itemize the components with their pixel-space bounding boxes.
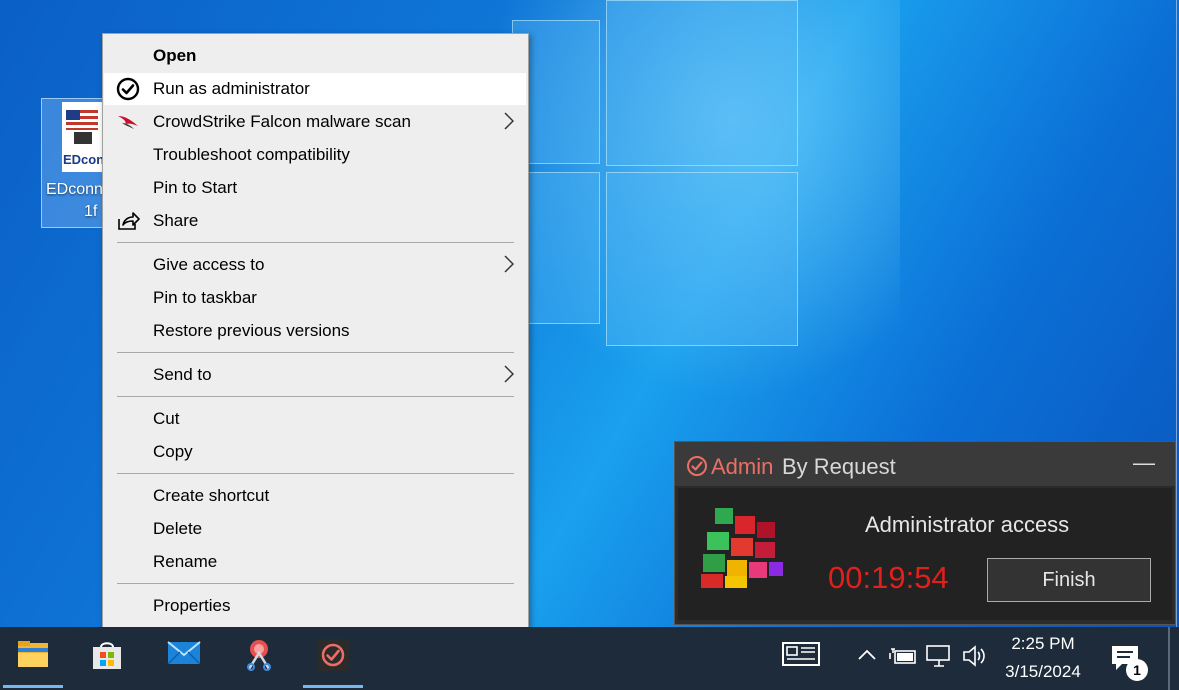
menu-item-label: Run as administrator xyxy=(153,79,310,98)
menu-separator xyxy=(117,352,514,353)
taskbar-mail[interactable] xyxy=(153,627,213,685)
finish-button[interactable]: Finish xyxy=(987,558,1151,602)
taskbar-file-explorer[interactable] xyxy=(3,627,63,688)
file-explorer-icon xyxy=(18,641,48,667)
share-icon xyxy=(118,212,140,230)
snipping-tool-icon xyxy=(247,640,271,671)
menu-separator xyxy=(117,583,514,584)
menu-item-crowdstrike-scan[interactable]: CrowdStrike Falcon malware scan xyxy=(104,106,526,138)
menu-item-restore-previous-versions[interactable]: Restore previous versions xyxy=(104,315,526,347)
menu-item-pin-to-start[interactable]: Pin to Start xyxy=(104,172,526,204)
minimize-button[interactable]: — xyxy=(1133,450,1155,478)
wallpaper-window-pane xyxy=(606,172,798,346)
menu-item-send-to[interactable]: Send to xyxy=(104,359,526,391)
menu-separator xyxy=(117,473,514,474)
menu-separator xyxy=(117,396,514,397)
menu-item-label: Rename xyxy=(153,552,218,571)
microsoft-store-icon xyxy=(93,642,121,669)
menu-item-create-shortcut[interactable]: Create shortcut xyxy=(104,480,526,512)
submenu-arrow-icon xyxy=(504,365,514,383)
admin-by-request-panel: Admin By Request — Administrator access … xyxy=(674,441,1176,625)
admin-by-request-icon xyxy=(317,639,349,671)
notification-center-button[interactable]: 1 xyxy=(1106,639,1148,681)
menu-item-label: Troubleshoot compatibility xyxy=(153,145,350,164)
menu-item-label: Delete xyxy=(153,519,203,538)
system-clock[interactable]: 2:25 PM 3/15/2024 xyxy=(995,630,1091,686)
countdown-timer: 00:19:54 xyxy=(828,560,949,595)
wallpaper-window-pane xyxy=(606,0,798,166)
menu-item-label: Open xyxy=(153,46,197,65)
taskbar-microsoft-store[interactable] xyxy=(77,627,137,685)
menu-item-label: Share xyxy=(153,211,199,230)
network-icon[interactable] xyxy=(926,644,952,668)
menu-item-label: Cut xyxy=(153,409,180,428)
menu-item-open[interactable]: Open xyxy=(104,40,526,72)
graduation-cap-graphic xyxy=(74,132,92,144)
mail-icon xyxy=(167,641,201,665)
crowdstrike-falcon-icon xyxy=(118,116,138,129)
menu-item-run-as-administrator[interactable]: Run as administrator xyxy=(104,73,526,105)
active-app-indicator xyxy=(303,685,363,688)
access-title: Administrator access xyxy=(865,512,1070,537)
desktop-icon-label-line2: 1f xyxy=(84,203,98,220)
menu-item-label: CrowdStrike Falcon malware scan xyxy=(153,112,411,131)
desktop-file-icon-edconnect[interactable]: EDcon EDconn 1f xyxy=(41,98,107,228)
menu-item-troubleshoot-compatibility[interactable]: Troubleshoot compatibility xyxy=(104,139,526,171)
volume-icon[interactable] xyxy=(962,644,988,668)
menu-item-label: Restore previous versions xyxy=(153,321,350,340)
clock-time: 2:25 PM xyxy=(1011,634,1075,653)
menu-separator xyxy=(117,242,514,243)
menu-item-label: Pin to Start xyxy=(153,178,238,197)
menu-item-label: Properties xyxy=(153,596,231,615)
menu-item-label: Give access to xyxy=(153,255,265,274)
power-icon[interactable] xyxy=(889,645,917,667)
news-widget-icon[interactable] xyxy=(782,641,820,667)
admin-by-request-logo-icon xyxy=(687,456,707,476)
admin-by-request-header: Admin By Request — xyxy=(675,442,1175,486)
menu-item-pin-to-taskbar[interactable]: Pin to taskbar xyxy=(104,282,526,314)
show-hidden-icons-chevron[interactable] xyxy=(857,647,877,661)
menu-item-rename[interactable]: Rename xyxy=(104,546,526,578)
taskbar-admin-by-request[interactable] xyxy=(303,627,363,688)
menu-item-properties[interactable]: Properties xyxy=(104,590,526,622)
flag-canton-graphic xyxy=(66,110,80,120)
show-desktop-button[interactable] xyxy=(1168,627,1170,690)
edconnect-thumbnail-icon: EDcon xyxy=(62,102,105,172)
taskbar-snipping-tool[interactable] xyxy=(229,627,289,685)
desktop-icon-label: EDconn xyxy=(46,181,103,198)
submenu-arrow-icon xyxy=(504,255,514,273)
menu-item-copy[interactable]: Copy xyxy=(104,436,526,468)
registry-cubes-icon xyxy=(701,508,783,588)
submenu-arrow-icon xyxy=(504,112,514,130)
clock-date: 3/15/2024 xyxy=(1005,662,1081,681)
thumbnail-text: EDcon xyxy=(63,152,105,167)
menu-item-label: Pin to taskbar xyxy=(153,288,257,307)
context-menu: Open Run as administrator CrowdStrike Fa… xyxy=(102,33,529,628)
taskbar: 2:25 PM 3/15/2024 1 xyxy=(0,627,1179,690)
menu-item-cut[interactable]: Cut xyxy=(104,403,526,435)
menu-item-share[interactable]: Share xyxy=(104,205,526,237)
brand-name-by-request: By Request xyxy=(782,454,896,479)
menu-item-give-access-to[interactable]: Give access to xyxy=(104,249,526,281)
menu-item-label: Copy xyxy=(153,442,193,461)
brand-name-admin: Admin xyxy=(711,454,774,479)
menu-item-label: Send to xyxy=(153,365,212,384)
run-as-admin-check-icon xyxy=(116,77,140,101)
active-app-indicator xyxy=(3,685,63,688)
notification-count-badge: 1 xyxy=(1126,659,1148,681)
screen-edge-line xyxy=(1176,0,1177,627)
menu-item-label: Create shortcut xyxy=(153,486,270,505)
menu-item-delete[interactable]: Delete xyxy=(104,513,526,545)
